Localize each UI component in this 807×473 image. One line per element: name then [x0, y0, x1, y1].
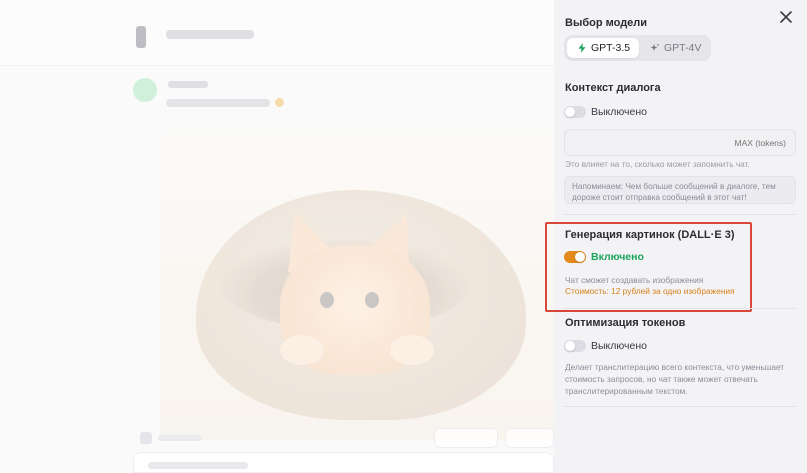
toggle-knob — [565, 107, 575, 117]
divider — [564, 308, 796, 309]
context-hint: Это влияет на то, сколько может запомнит… — [565, 159, 750, 169]
model-option-gpt-4v[interactable]: GPT-4V — [640, 38, 708, 58]
model-section-title: Выбор модели — [565, 17, 648, 29]
toggle-knob — [565, 341, 575, 351]
modal-overlay[interactable] — [0, 0, 554, 473]
optimization-section-title: Оптимизация токенов — [565, 317, 686, 329]
optimization-toggle-label: Выключено — [591, 340, 647, 352]
image-toggle-label: Включено — [591, 251, 644, 263]
image-generation-toggle[interactable] — [564, 251, 586, 263]
image-cost: Стоимость: 12 рублей за одно изображения — [565, 286, 735, 296]
model-switch: GPT-3.5 GPT-4V — [564, 35, 711, 61]
image-section-title: Генерация картинок (DALL·E 3) — [565, 229, 735, 241]
divider — [564, 406, 796, 407]
sparkle-icon — [650, 43, 660, 51]
model-option-label: GPT-3.5 — [591, 42, 631, 54]
max-tokens-input[interactable] — [564, 129, 796, 156]
optimization-toggle[interactable] — [564, 340, 586, 352]
context-notice: Напоминаем: Чем больше сообщений в диало… — [564, 176, 796, 204]
close-icon — [780, 11, 792, 23]
context-section-title: Контекст диалога — [565, 82, 661, 94]
close-button[interactable] — [775, 6, 797, 28]
bolt-icon — [578, 43, 586, 53]
context-toggle[interactable] — [564, 106, 586, 118]
image-hint: Чат сможет создавать изображения — [565, 275, 704, 285]
optimization-description: Делает транслитерацию всего контекста, ч… — [565, 362, 785, 396]
chat-background — [0, 0, 554, 473]
model-option-label: GPT-4V — [664, 42, 702, 54]
toggle-knob — [575, 252, 585, 262]
divider — [564, 214, 796, 215]
model-option-gpt-3-5[interactable]: GPT-3.5 — [567, 38, 639, 58]
context-toggle-label: Выключено — [591, 106, 647, 118]
